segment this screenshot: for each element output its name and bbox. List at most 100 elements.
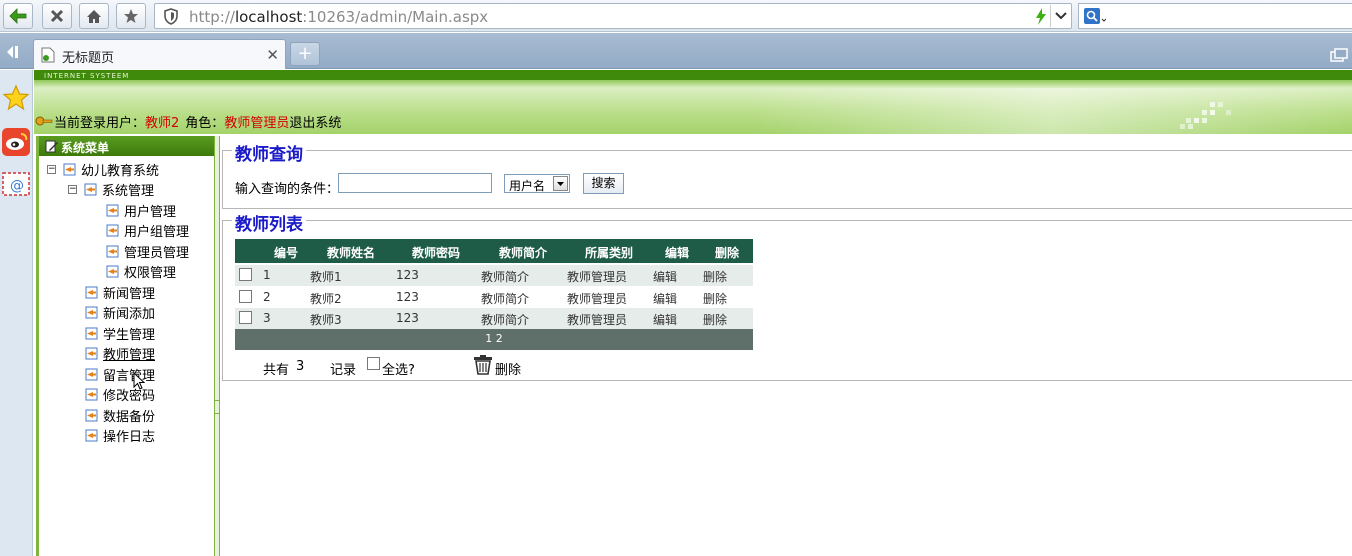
delete-link[interactable]: 删除 — [703, 268, 727, 285]
pixel-decoration-icon — [1180, 102, 1231, 129]
sidebar-toggle-icon[interactable] — [6, 45, 22, 59]
tab-close-icon[interactable]: ✕ — [266, 46, 279, 64]
menu-title: 系统菜单 — [61, 141, 110, 155]
menu-item-user-management[interactable]: 用户管理 — [105, 200, 176, 220]
menu-item-teacher-management[interactable]: 教师管理 — [84, 343, 155, 363]
mouse-cursor-icon — [133, 372, 145, 390]
browser-toolbar: http://localhost:10263/admin/Main.aspx — [0, 0, 1352, 32]
row-checkbox[interactable] — [239, 311, 252, 324]
browser-sidebar: @ — [0, 70, 33, 556]
query-fieldset-bottom — [222, 208, 1352, 209]
home-button[interactable] — [79, 3, 109, 29]
query-fieldset-left — [222, 150, 223, 209]
current-user-name: 教师2 — [145, 115, 180, 131]
search-button[interactable]: 搜索 — [583, 173, 624, 194]
system-menu: 系统菜单 − 幼儿教育系统 − 系统管理 用户管理 用户组管理 管理员管理 权限… — [36, 136, 214, 556]
pager[interactable]: 1 2 — [235, 329, 753, 350]
cell-category: 教师管理员 — [567, 292, 628, 306]
edit-link[interactable]: 编辑 — [653, 311, 677, 328]
mail-icon[interactable]: @ — [2, 170, 30, 198]
select-all-checkbox[interactable] — [367, 357, 380, 370]
page-icon — [41, 47, 55, 63]
tab-title: 无标题页 — [62, 51, 115, 66]
list-section-title: 教师列表 — [232, 210, 306, 235]
cell-id: 3 — [263, 311, 271, 325]
cell-password: 123 — [396, 268, 419, 282]
batch-delete-link[interactable]: 删除 — [495, 359, 521, 378]
main-content: 教师查询 输入查询的条件： 用户名 搜索 教师列表 编号 教师姓名 教师密码 教… — [222, 136, 1352, 556]
select-all-label: 全选? — [382, 363, 415, 378]
cell-category: 教师管理员 — [567, 270, 628, 284]
query-section-title: 教师查询 — [232, 140, 306, 165]
new-tab-button[interactable]: + — [290, 42, 320, 66]
total-prefix: 共有 — [263, 363, 290, 378]
query-input[interactable] — [338, 173, 492, 193]
cell-name: 教师3 — [310, 313, 342, 327]
svg-text:@: @ — [10, 178, 24, 194]
favorites-star-icon[interactable] — [2, 84, 30, 112]
query-field-select[interactable]: 用户名 — [504, 174, 570, 193]
cell-id: 1 — [263, 268, 271, 282]
logout-link[interactable]: 退出系统 — [289, 112, 341, 131]
chevron-down-icon — [553, 176, 568, 191]
table-row: 2 教师2 123 教师简介 教师管理员 编辑 删除 — [235, 287, 753, 308]
trash-icon[interactable] — [472, 355, 494, 375]
key-icon — [35, 116, 53, 126]
menu-item-news-add[interactable]: 新闻添加 — [84, 302, 155, 322]
list-fieldset-left — [222, 220, 223, 381]
menu-item-operation-log[interactable]: 操作日志 — [84, 425, 155, 445]
edit-link[interactable]: 编辑 — [653, 268, 677, 285]
menu-item-usergroup-management[interactable]: 用户组管理 — [105, 220, 189, 240]
cell-intro: 教师简介 — [481, 292, 530, 306]
row-checkbox[interactable] — [239, 290, 252, 303]
edit-link[interactable]: 编辑 — [653, 290, 677, 307]
tab-untitled[interactable]: 无标题页 ✕ — [33, 39, 286, 69]
collapse-toggle-icon[interactable]: − — [47, 164, 56, 174]
delete-link[interactable]: 删除 — [703, 311, 727, 328]
list-fieldset-bottom — [222, 380, 1352, 381]
menu-item-student-management[interactable]: 学生管理 — [84, 323, 155, 343]
search-box[interactable] — [1078, 3, 1352, 29]
lightning-icon — [1036, 8, 1046, 25]
bookmark-button[interactable] — [116, 3, 146, 29]
weibo-icon[interactable] — [2, 128, 30, 156]
user-info-bar: 当前登录用户： 教师2 角色： 教师管理员 退出系统 — [34, 110, 341, 132]
url-dropdown-button[interactable] — [1050, 5, 1071, 27]
url-text: http://localhost:10263/admin/Main.aspx — [189, 8, 489, 26]
menu-item-admin-management[interactable]: 管理员管理 — [105, 241, 189, 261]
menu-item-data-backup[interactable]: 数据备份 — [84, 405, 155, 425]
collapse-toggle-icon[interactable]: − — [68, 184, 77, 194]
tab-list-icon[interactable] — [1330, 48, 1348, 62]
table-row: 3 教师3 123 教师简介 教师管理员 编辑 删除 — [235, 308, 753, 329]
shield-icon — [164, 8, 178, 25]
delete-link[interactable]: 删除 — [703, 290, 727, 307]
splitter-grip[interactable] — [215, 400, 219, 414]
role-name: 教师管理员 — [224, 115, 290, 131]
stop-button[interactable] — [42, 3, 72, 29]
tree-root[interactable]: − 幼儿教育系统 — [47, 159, 159, 179]
col-name: 教师姓名 — [327, 246, 376, 260]
total-count: 3 — [296, 359, 305, 374]
banner-decoration — [752, 88, 1352, 134]
col-intro: 教师简介 — [499, 246, 548, 260]
frame-splitter[interactable] — [214, 136, 220, 556]
close-x-icon — [50, 9, 64, 23]
back-button[interactable] — [3, 3, 33, 29]
cell-name: 教师1 — [310, 270, 342, 284]
col-password: 教师密码 — [412, 246, 461, 260]
total-suffix: 记录 — [330, 363, 357, 378]
cell-category: 教师管理员 — [567, 313, 628, 327]
page-arrow-icon — [85, 286, 98, 298]
page-arrow-icon — [85, 347, 98, 359]
menu-item-permission-management[interactable]: 权限管理 — [105, 261, 176, 281]
col-id: 编号 — [274, 246, 299, 260]
address-bar[interactable]: http://localhost:10263/admin/Main.aspx — [154, 3, 1072, 29]
row-checkbox[interactable] — [239, 268, 252, 281]
query-label: 输入查询的条件： — [235, 182, 340, 197]
edit-note-icon — [45, 140, 58, 153]
menu-item-news-management[interactable]: 新闻管理 — [84, 282, 155, 302]
list-fieldset-border — [222, 220, 1352, 221]
tree-system-management[interactable]: − 系统管理 — [68, 179, 154, 199]
page-arrow-icon — [106, 265, 119, 277]
page-arrow-icon — [85, 327, 98, 339]
